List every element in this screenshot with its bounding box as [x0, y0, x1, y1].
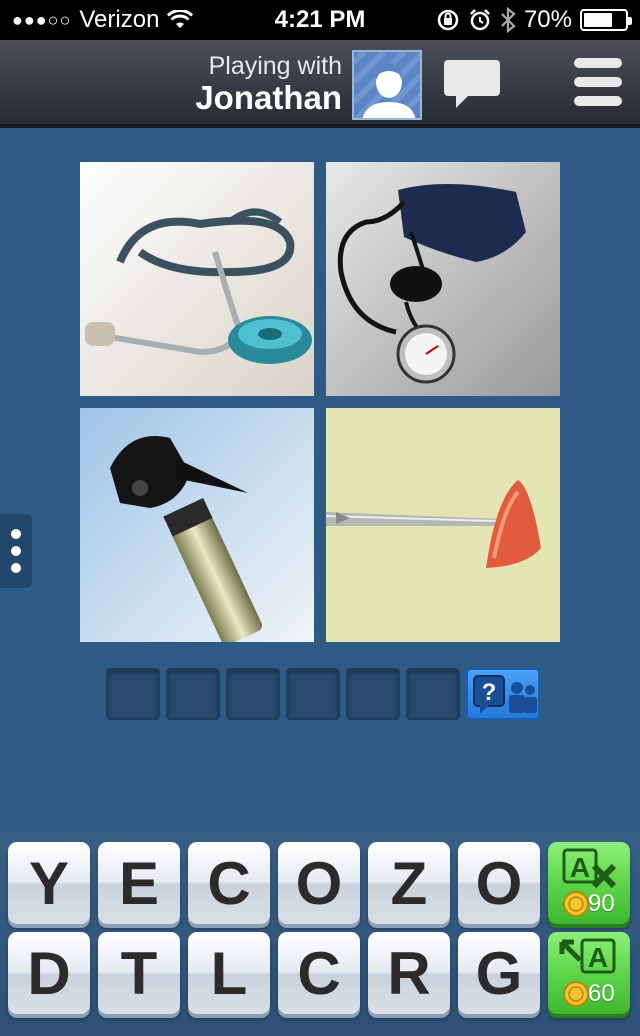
question-bubble-icon: ? [473, 675, 505, 714]
answer-slot[interactable] [166, 668, 220, 720]
bluetooth-icon [501, 7, 516, 33]
battery-percent: 70% [523, 6, 572, 33]
coin-icon [563, 891, 589, 917]
answer-slot[interactable] [406, 668, 460, 720]
letter-key[interactable]: T [98, 932, 180, 1014]
puzzle-image-otoscope[interactable] [80, 408, 314, 642]
status-bar: ●●●○○ Verizon 4:21 PM 70% [0, 0, 640, 40]
remove-letters-button[interactable]: A 90 [548, 842, 630, 924]
battery-level [584, 13, 612, 27]
remove-letter-icon: A [562, 848, 617, 889]
svg-text:A: A [588, 942, 608, 973]
chat-icon [444, 60, 500, 108]
playing-with-label: Playing with [208, 52, 342, 80]
side-menu-handle[interactable] [0, 514, 32, 588]
header-bar: Playing with Jonathan [0, 40, 640, 128]
letter-key[interactable]: Z [368, 842, 450, 924]
menu-icon[interactable] [574, 58, 622, 108]
letter-key[interactable]: D [8, 932, 90, 1014]
letter-key[interactable]: E [98, 842, 180, 924]
avatar-icon[interactable] [352, 50, 422, 120]
letter-key[interactable]: C [188, 842, 270, 924]
svg-text:A: A [570, 852, 590, 883]
letter-key[interactable]: G [458, 932, 540, 1014]
battery-icon [580, 9, 632, 31]
letter-key[interactable]: O [458, 842, 540, 924]
reveal-letter-cost: 60 [588, 980, 615, 1007]
friends-icon [509, 682, 537, 713]
remove-letters-cost: 90 [588, 890, 615, 917]
wifi-icon [167, 10, 194, 28]
letter-key[interactable]: C [278, 932, 360, 1014]
carrier-label: Verizon [79, 6, 160, 33]
opponent-info: Playing with Jonathan [195, 52, 342, 116]
answer-slot[interactable] [226, 668, 280, 720]
alarm-icon [470, 9, 490, 31]
ask-friends-button[interactable]: ? [466, 668, 540, 720]
letter-key[interactable]: Y [8, 842, 90, 924]
reveal-letter-icon: A [559, 938, 616, 974]
puzzle-image-stethoscope[interactable] [80, 162, 314, 396]
answer-slot[interactable] [346, 668, 400, 720]
letter-key[interactable]: L [188, 932, 270, 1014]
coin-icon [563, 981, 589, 1007]
letter-key[interactable]: O [278, 842, 360, 924]
reveal-letter-button[interactable]: A 60 [548, 932, 630, 1014]
letter-keyboard: Y E C O Z O A 90 D T L C R G A 60 [0, 832, 640, 1036]
opponent-name: Jonathan [195, 79, 342, 116]
svg-text:?: ? [482, 679, 497, 706]
puzzle-image-reflex-hammer[interactable] [326, 408, 560, 642]
puzzle-image-blood-pressure-cuff[interactable] [326, 162, 560, 396]
signal-strength: ●●●○○ [12, 9, 72, 30]
chat-button[interactable] [442, 58, 502, 110]
letter-key[interactable]: R [368, 932, 450, 1014]
rotation-lock-icon [437, 9, 459, 31]
answer-slot[interactable] [286, 668, 340, 720]
answer-slot[interactable] [106, 668, 160, 720]
